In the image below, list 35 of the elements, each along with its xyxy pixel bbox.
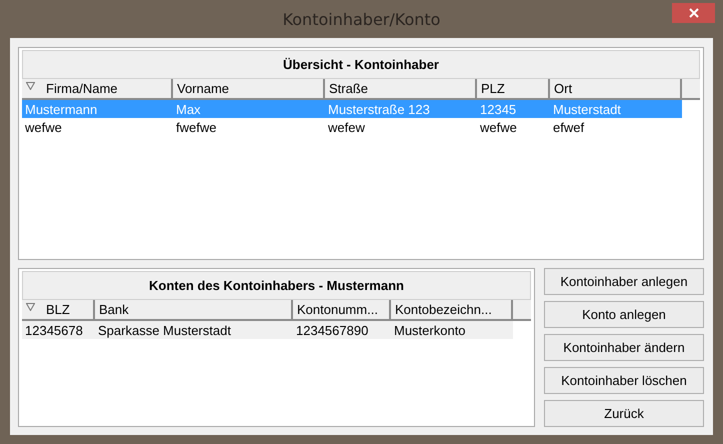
table-cell-text: wefwe bbox=[24, 120, 63, 134]
column-header[interactable]: Straße bbox=[325, 79, 477, 98]
table-cell-text: Musterkonto bbox=[393, 322, 467, 338]
close-icon bbox=[688, 8, 698, 18]
action-button[interactable]: Zurück bbox=[544, 400, 704, 427]
table-cell-text: wefwe bbox=[479, 120, 518, 134]
panel-title: Konten des Kontoinhabers - Mustermann bbox=[22, 271, 531, 300]
close-button[interactable] bbox=[672, 3, 715, 23]
action-button[interactable]: Konto anlegen bbox=[544, 301, 704, 328]
table-cell-text: fwefwe bbox=[175, 120, 218, 134]
table-cell-text: 1234567890 bbox=[295, 322, 370, 338]
column-header[interactable]: Bank bbox=[95, 300, 293, 319]
column-header[interactable]: Ort bbox=[550, 79, 682, 98]
table-cell-text: 12345678 bbox=[24, 322, 84, 338]
action-button[interactable]: Kontoinhaber anlegen bbox=[544, 268, 704, 295]
table-cell-text: wefew bbox=[327, 120, 366, 134]
table-row[interactable]: wefwe fwefwe wefew wefwe efwef bbox=[22, 118, 682, 136]
table-cell-text: 12345 bbox=[479, 102, 518, 116]
panel-title: Übersicht - Kontoinhaber bbox=[22, 50, 700, 79]
column-header[interactable]: PLZ bbox=[477, 79, 550, 98]
column-header[interactable]: Kontonumm... bbox=[293, 300, 391, 319]
table-cell-text: Musterstadt bbox=[552, 102, 622, 116]
column-header[interactable]: Vorname bbox=[173, 79, 325, 98]
table-cell-text: Max bbox=[175, 102, 202, 116]
table-cell-text: Musterstraße 123 bbox=[327, 102, 431, 116]
table-cell-text: efwef bbox=[552, 120, 586, 134]
action-button[interactable]: Kontoinhaber löschen bbox=[544, 367, 704, 394]
column-header[interactable]: BLZ bbox=[22, 300, 95, 319]
column-header[interactable]: Firma/Name bbox=[22, 79, 173, 98]
action-button[interactable]: Kontoinhaber ändern bbox=[544, 334, 704, 361]
table-cell-text: Sparkasse Musterstadt bbox=[97, 322, 232, 338]
table-row[interactable]: 12345678 Sparkasse Musterstadt 1234567890 Musterkonto bbox=[22, 321, 513, 339]
table-cell-text: Mustermann bbox=[24, 102, 98, 116]
window-title: Kontoinhaber/Konto bbox=[282, 10, 440, 28]
column-header[interactable]: Kontobezeichn... bbox=[391, 300, 513, 319]
